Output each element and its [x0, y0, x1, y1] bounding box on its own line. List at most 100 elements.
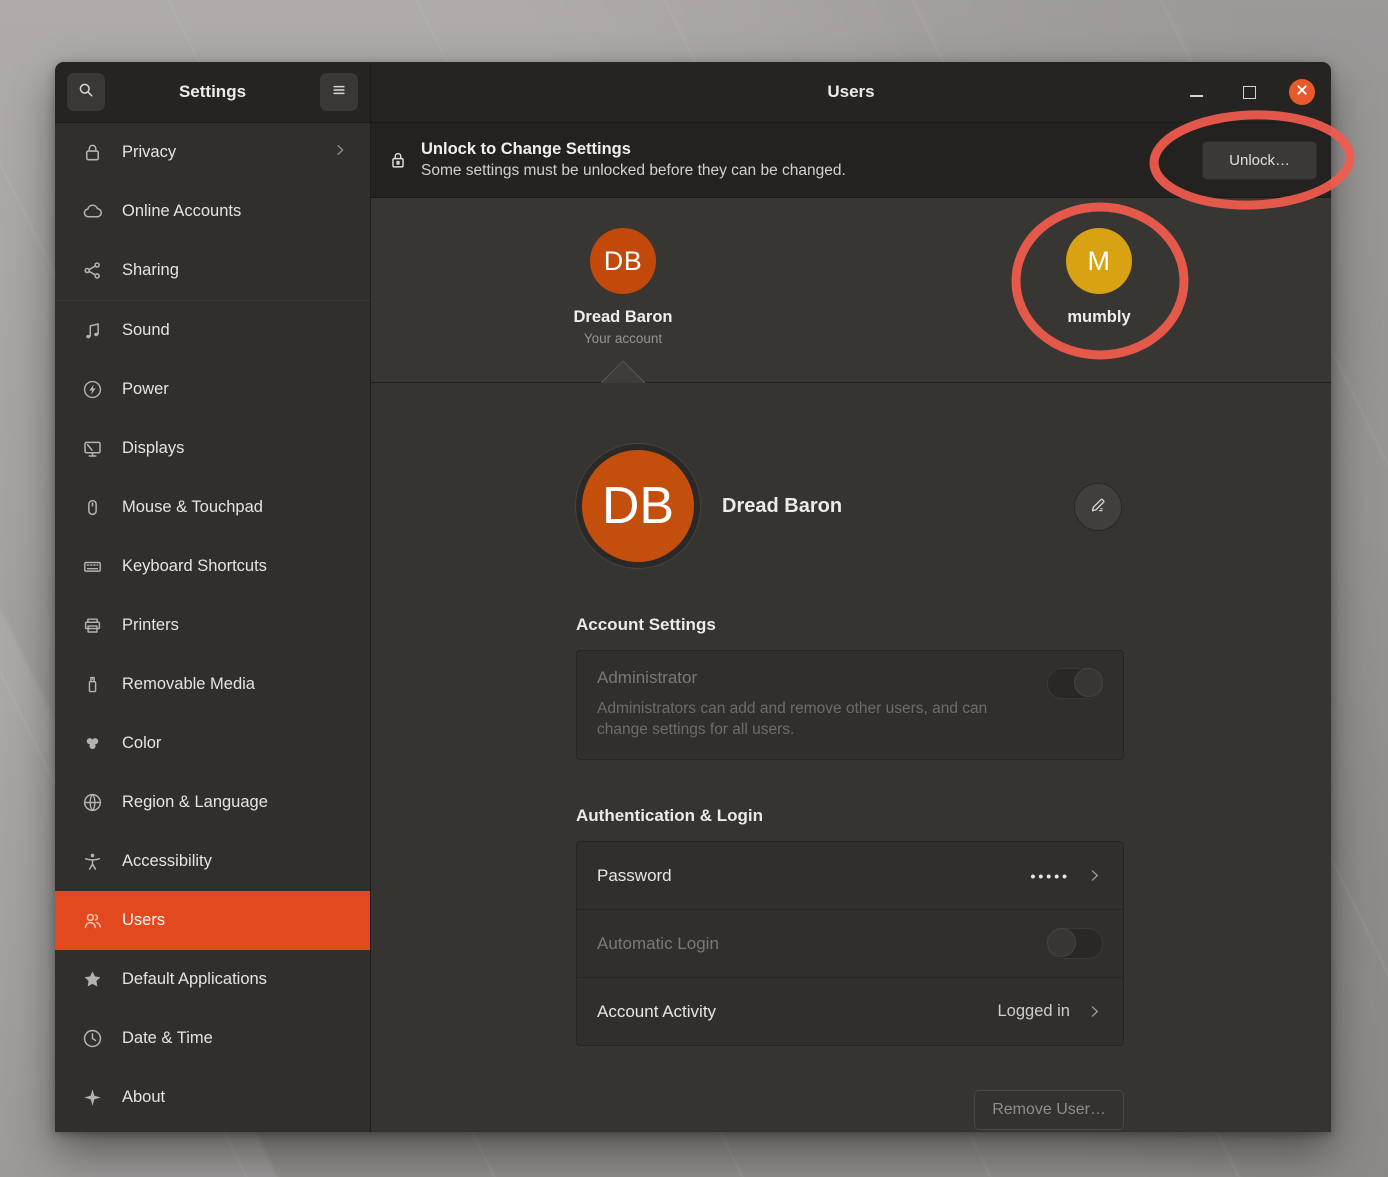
- sidebar-item-users[interactable]: Users: [55, 891, 370, 950]
- sidebar-item-label: Color: [122, 734, 332, 753]
- desktop-background: Settings Privacy Online Accounts Sharing: [0, 0, 1388, 1177]
- sidebar-nav: Privacy Online Accounts Sharing Sound Po…: [55, 123, 370, 1132]
- sidebar-item-color[interactable]: Color: [55, 714, 370, 773]
- star-icon: [80, 968, 104, 992]
- banner-title: Unlock to Change Settings: [421, 139, 1202, 161]
- accessibility-icon: [80, 850, 104, 874]
- carousel-user-name: mumbly: [1067, 308, 1130, 327]
- sidebar-item-label: Power: [122, 380, 332, 399]
- remove-user-button[interactable]: Remove User…: [974, 1090, 1124, 1130]
- sidebar-item-privacy[interactable]: Privacy: [55, 123, 370, 182]
- sidebar-item-label: Users: [122, 911, 332, 930]
- sidebar-item-accessibility[interactable]: Accessibility: [55, 832, 370, 891]
- sidebar-item-about[interactable]: About: [55, 1068, 370, 1127]
- password-row[interactable]: Password •••••: [577, 842, 1123, 909]
- avatar-initials: M: [1088, 246, 1111, 277]
- sidebar-item-label: Keyboard Shortcuts: [122, 557, 332, 576]
- sidebar-item-label: Date & Time: [122, 1029, 332, 1048]
- sidebar-title: Settings: [105, 82, 320, 102]
- chevron-right-icon: [1086, 867, 1103, 884]
- banner-subtitle: Some settings must be unlocked before th…: [421, 161, 1202, 181]
- users-icon: [80, 909, 104, 933]
- sound-icon: [80, 319, 104, 343]
- sidebar-item-label: Printers: [122, 616, 332, 635]
- password-label: Password: [597, 866, 672, 886]
- sidebar-item-label: Default Applications: [122, 970, 332, 989]
- profile-header: DB Dread Baron: [576, 443, 1124, 569]
- sidebar-column: Settings Privacy Online Accounts Sharing: [55, 62, 371, 1132]
- authentication-card: Password ••••• Automatic Login: [576, 841, 1124, 1046]
- lock-icon: [80, 141, 104, 165]
- account-activity-value: Logged in: [998, 1002, 1071, 1021]
- sidebar-item-removable-media[interactable]: Removable Media: [55, 655, 370, 714]
- minimize-button[interactable]: [1183, 79, 1209, 105]
- sidebar-item-label: Mouse & Touchpad: [122, 498, 332, 517]
- administrator-description: Administrators can add and remove other …: [597, 698, 1027, 740]
- chevron-right-icon: [332, 142, 348, 163]
- sidebar-item-label: Accessibility: [122, 852, 332, 871]
- administrator-label: Administrator: [597, 668, 1103, 688]
- share-icon: [80, 259, 104, 283]
- sidebar-item-label: Online Accounts: [122, 202, 332, 221]
- chevron-right-icon: [1086, 1003, 1103, 1020]
- sidebar-item-online-accounts[interactable]: Online Accounts: [55, 182, 370, 241]
- close-button[interactable]: [1289, 79, 1315, 105]
- sidebar-item-mouse-touchpad[interactable]: Mouse & Touchpad: [55, 478, 370, 537]
- account-activity-row[interactable]: Account Activity Logged in: [577, 977, 1123, 1045]
- cloud-icon: [80, 200, 104, 224]
- remove-user-row: Remove User…: [576, 1090, 1124, 1130]
- automatic-login-toggle[interactable]: [1047, 928, 1103, 959]
- avatar-dread-baron: DB: [590, 228, 656, 294]
- profile-avatar-initials: DB: [602, 476, 674, 536]
- sidebar-item-sound[interactable]: Sound: [55, 301, 370, 360]
- carousel-user-subtitle: Your account: [584, 331, 662, 346]
- keyboard-icon: [80, 555, 104, 579]
- password-value: •••••: [1030, 868, 1070, 884]
- maximize-button[interactable]: [1236, 79, 1262, 105]
- profile-avatar[interactable]: DB: [576, 444, 700, 568]
- carousel-user-name: Dread Baron: [573, 308, 672, 327]
- flash-drive-icon: [80, 673, 104, 697]
- sidebar-item-label: Region & Language: [122, 793, 332, 812]
- content-column: Users: [371, 62, 1331, 1132]
- toggle-knob: [1074, 668, 1103, 697]
- display-icon: [80, 437, 104, 461]
- automatic-login-label: Automatic Login: [597, 934, 719, 954]
- selected-user-pointer: [601, 360, 645, 383]
- sidebar-item-sharing[interactable]: Sharing: [55, 241, 370, 301]
- pencil-icon: [1087, 494, 1109, 521]
- user-carousel: DB Dread Baron Your account M mumbly: [371, 198, 1331, 383]
- edit-name-button[interactable]: [1074, 483, 1122, 531]
- search-icon: [76, 80, 96, 105]
- avatar-mumbly: M: [1066, 228, 1132, 294]
- content-titlebar: Users: [371, 62, 1331, 123]
- mouse-icon: [80, 496, 104, 520]
- sidebar-item-label: Sound: [122, 321, 332, 340]
- sidebar-item-default-applications[interactable]: Default Applications: [55, 950, 370, 1009]
- avatar-initials: DB: [604, 246, 643, 277]
- power-icon: [80, 378, 104, 402]
- user-details-panel: DB Dread Baron Account Settings: [371, 383, 1331, 1132]
- sidebar-item-label: Sharing: [122, 261, 332, 280]
- sidebar-item-keyboard-shortcuts[interactable]: Keyboard Shortcuts: [55, 537, 370, 596]
- sidebar-item-region-language[interactable]: Region & Language: [55, 773, 370, 832]
- profile-name: Dread Baron: [722, 495, 842, 518]
- account-settings-heading: Account Settings: [576, 615, 1124, 635]
- sidebar-item-printers[interactable]: Printers: [55, 596, 370, 655]
- unlock-banner: Unlock to Change Settings Some settings …: [371, 123, 1331, 198]
- sidebar-item-date-time[interactable]: Date & Time: [55, 1009, 370, 1068]
- banner-text: Unlock to Change Settings Some settings …: [421, 139, 1202, 181]
- sidebar-item-power[interactable]: Power: [55, 360, 370, 419]
- search-button[interactable]: [67, 73, 105, 111]
- menu-button[interactable]: [320, 73, 358, 111]
- color-icon: [80, 732, 104, 756]
- hamburger-icon: [330, 81, 348, 104]
- carousel-user-dread-baron[interactable]: DB Dread Baron Your account: [543, 228, 703, 346]
- sidebar-item-displays[interactable]: Displays: [55, 419, 370, 478]
- administrator-toggle[interactable]: [1047, 668, 1103, 699]
- carousel-user-mumbly[interactable]: M mumbly: [1019, 228, 1179, 327]
- unlock-button[interactable]: Unlock…: [1202, 141, 1317, 180]
- sidebar-titlebar: Settings: [55, 62, 370, 123]
- automatic-login-row: Automatic Login: [577, 909, 1123, 977]
- authentication-heading: Authentication & Login: [576, 806, 1124, 826]
